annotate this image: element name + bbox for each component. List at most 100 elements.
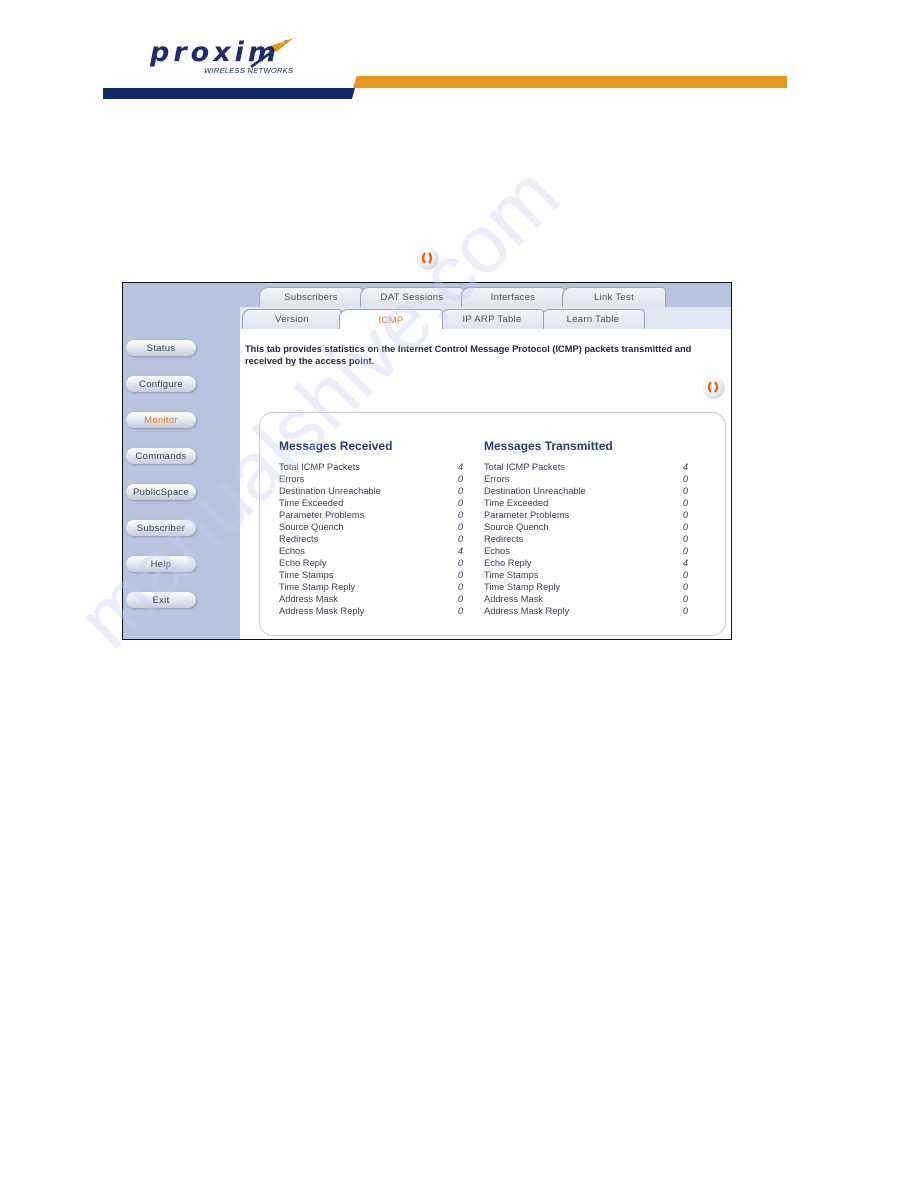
- stat-label: Total ICMP Packets: [279, 462, 360, 472]
- sidebar-item-status[interactable]: Status: [126, 340, 196, 356]
- stat-value: 0: [457, 594, 463, 604]
- proxim-logo: proxim WIRELESS NETWORKS: [150, 38, 320, 80]
- stat-label: Time Stamp Reply: [484, 582, 561, 592]
- sidebar-item-commands[interactable]: Commands: [126, 448, 196, 464]
- stat-label: Destination Unreachable: [279, 486, 381, 496]
- stat-value: 0: [682, 474, 688, 484]
- stat-label: Source Quench: [484, 522, 549, 532]
- stat-row: Source Quench 0: [279, 521, 463, 533]
- stat-label: Echos: [484, 546, 510, 556]
- messages-received-heading: Messages Received: [279, 439, 393, 453]
- stat-value: 4: [682, 558, 688, 568]
- icmp-statistics-panel: Messages Received Total ICMP Packets 4 Err…: [259, 412, 726, 636]
- stat-value: 0: [682, 534, 688, 544]
- tab-subscribers[interactable]: Subscribers: [259, 287, 363, 307]
- stat-row: Destination Unreachable 0: [484, 485, 688, 497]
- sidebar-item-publicspace[interactable]: PublicSpace: [126, 484, 196, 500]
- stat-label: Time Stamps: [279, 570, 334, 580]
- logo-wordmark: proxim: [150, 37, 280, 68]
- stat-row: Errors 0: [484, 473, 688, 485]
- stat-label: Redirects: [279, 534, 319, 544]
- stat-label: Echos: [279, 546, 305, 556]
- stat-label: Redirects: [484, 534, 524, 544]
- stat-value: 0: [682, 582, 688, 592]
- tab-dat-sessions[interactable]: DAT Sessions: [360, 287, 464, 307]
- stat-row: Address Mask Reply 0: [279, 605, 463, 617]
- sidebar-item-subscriber[interactable]: Subscriber: [126, 520, 196, 536]
- stat-value: 0: [457, 498, 463, 508]
- stat-row: Echo Reply 0: [279, 557, 463, 569]
- sidebar: Status Configure Monitor Commands Public…: [123, 283, 240, 639]
- stat-label: Parameter Problems: [484, 510, 570, 520]
- stat-label: Echo Reply: [484, 558, 532, 568]
- stat-value: 0: [682, 522, 688, 532]
- header-navy-bar: [103, 88, 355, 99]
- stat-value: 4: [457, 462, 463, 472]
- stat-value: 0: [682, 498, 688, 508]
- stat-value: 0: [682, 546, 688, 556]
- refresh-button[interactable]: [703, 377, 723, 397]
- stat-value: 4: [457, 546, 463, 556]
- stat-label: Errors: [279, 474, 305, 484]
- tab-ip-arp-table[interactable]: IP ARP Table: [440, 309, 544, 329]
- stat-value: 4: [682, 462, 688, 472]
- stat-row: Echos 4: [279, 545, 463, 557]
- stat-row: Time Exceeded 0: [484, 497, 688, 509]
- stat-label: Total ICMP Packets: [484, 462, 565, 472]
- stat-value: 0: [457, 510, 463, 520]
- stat-value: 0: [682, 486, 688, 496]
- stat-value: 0: [682, 570, 688, 580]
- stat-label: Destination Unreachable: [484, 486, 586, 496]
- stat-label: Echo Reply: [279, 558, 327, 568]
- tab-icmp[interactable]: ICMP: [339, 309, 443, 330]
- upper-tab-bar: Subscribers DAT Sessions Interfaces Link…: [123, 283, 731, 307]
- stat-row: Echos 0: [484, 545, 688, 557]
- stat-label: Address Mask: [484, 594, 543, 604]
- sidebar-item-exit[interactable]: Exit: [126, 592, 196, 608]
- stat-row: Source Quench 0: [484, 521, 688, 533]
- sidebar-item-help[interactable]: Help: [126, 556, 196, 572]
- tab-interfaces[interactable]: Interfaces: [461, 287, 565, 307]
- sidebar-item-monitor[interactable]: Monitor: [126, 412, 196, 428]
- stat-row: Redirects 0: [279, 533, 463, 545]
- header-orange-bar: [353, 76, 787, 88]
- page-description: This tab provides statistics on the Inte…: [245, 344, 692, 366]
- refresh-icon: [707, 381, 719, 393]
- stat-row: Total ICMP Packets 4: [484, 461, 688, 473]
- stat-label: Address Mask Reply: [279, 606, 365, 616]
- stat-label: Time Stamp Reply: [279, 582, 356, 592]
- stat-value: 0: [457, 522, 463, 532]
- stat-label: Address Mask: [279, 594, 338, 604]
- tab-version[interactable]: Version: [242, 309, 342, 329]
- stat-row: Time Stamps 0: [279, 569, 463, 581]
- stat-row: Time Stamp Reply 0: [484, 581, 688, 593]
- messages-received-section: Messages Received Total ICMP Packets 4 Err…: [279, 439, 463, 617]
- stat-value: 0: [457, 534, 463, 544]
- stat-value: 0: [682, 606, 688, 616]
- tab-link-test[interactable]: Link Test: [562, 287, 666, 307]
- stat-label: Time Stamps: [484, 570, 539, 580]
- messages-transmitted-heading: Messages Transmitted: [484, 439, 613, 453]
- stat-value: 0: [457, 606, 463, 616]
- stat-label: Time Exceeded: [484, 498, 549, 508]
- stat-row: Time Stamps 0: [484, 569, 688, 581]
- stat-value: 0: [457, 474, 463, 484]
- refresh-icon: [417, 248, 437, 268]
- logo-subtitle: WIRELESS NETWORKS: [204, 66, 294, 75]
- stat-row: Destination Unreachable 0: [279, 485, 463, 497]
- sidebar-item-configure[interactable]: Configure: [126, 376, 196, 392]
- stat-value: 0: [457, 570, 463, 580]
- stat-label: Time Exceeded: [279, 498, 344, 508]
- stat-row: Errors 0: [279, 473, 463, 485]
- stat-row: Time Exceeded 0: [279, 497, 463, 509]
- stat-row: Address Mask 0: [279, 593, 463, 605]
- stat-value: 0: [457, 558, 463, 568]
- messages-transmitted-section: Messages Transmitted Total ICMP Packets 4…: [484, 439, 688, 617]
- stat-row: Total ICMP Packets 4: [279, 461, 463, 473]
- stat-row: Redirects 0: [484, 533, 688, 545]
- stat-label: Address Mask Reply: [484, 606, 570, 616]
- tab-learn-table[interactable]: Learn Table: [541, 309, 645, 329]
- stat-row: Address Mask Reply 0: [484, 605, 688, 617]
- stat-value: 0: [457, 582, 463, 592]
- stat-label: Parameter Problems: [279, 510, 365, 520]
